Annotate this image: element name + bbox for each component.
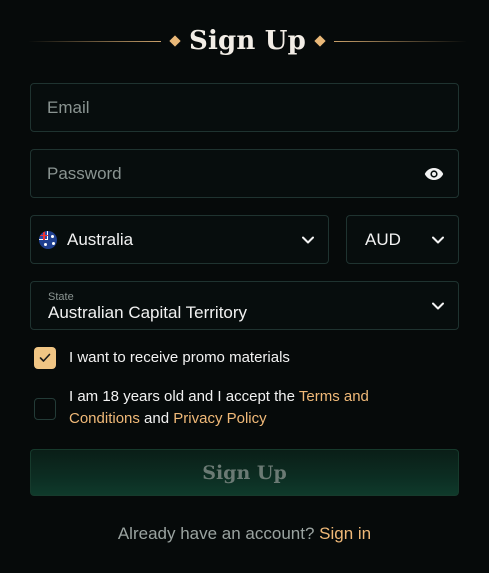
terms-checkbox-row: I am 18 years old and I accept the Terms…	[34, 386, 409, 430]
chevron-down-icon	[432, 236, 444, 244]
terms-checkbox[interactable]	[34, 398, 56, 420]
page-title: Sign Up	[188, 26, 307, 56]
state-content: State Australian Capital Territory	[48, 289, 247, 323]
privacy-link[interactable]: Privacy Policy	[173, 410, 266, 427]
diamond-icon	[314, 35, 326, 47]
diamond-icon	[169, 35, 181, 47]
eye-icon[interactable]	[424, 167, 444, 181]
australia-flag-icon	[39, 230, 57, 249]
signin-prompt: Already have an account?	[117, 524, 320, 543]
terms-text-middle: and	[139, 410, 174, 427]
chevron-down-icon	[432, 302, 444, 310]
checkmark-icon	[39, 353, 51, 362]
email-placeholder: Email	[47, 97, 90, 117]
password-field[interactable]: Password	[30, 149, 459, 198]
state-select[interactable]: State Australian Capital Territory	[30, 281, 459, 330]
promo-checkbox-row: I want to receive promo materials	[34, 347, 290, 369]
state-label: State	[48, 290, 74, 303]
sign-in-link[interactable]: Sign in	[319, 524, 371, 543]
signin-row: Already have an account? Sign in	[0, 524, 489, 544]
title-row: Sign Up	[0, 18, 489, 64]
sign-up-button[interactable]: Sign Up	[30, 449, 459, 496]
promo-label: I want to receive promo materials	[69, 349, 290, 366]
password-placeholder: Password	[47, 163, 122, 183]
currency-value: AUD	[365, 229, 401, 249]
promo-checkbox[interactable]	[34, 347, 56, 369]
signup-page: Sign Up Email Password Australia AUD Sta…	[0, 0, 489, 573]
title-divider-right	[334, 40, 468, 42]
country-value: Australia	[67, 229, 134, 249]
title-divider-left	[28, 40, 161, 42]
country-select[interactable]: Australia	[30, 215, 329, 264]
currency-select[interactable]: AUD	[346, 215, 459, 264]
terms-text-before: I am 18 years old and I accept the	[69, 388, 299, 405]
state-value: Australian Capital Territory	[48, 302, 248, 322]
country-selected: Australia	[39, 230, 133, 250]
email-field[interactable]: Email	[30, 83, 459, 132]
chevron-down-icon	[302, 236, 314, 244]
terms-label: I am 18 years old and I accept the Terms…	[69, 386, 409, 430]
